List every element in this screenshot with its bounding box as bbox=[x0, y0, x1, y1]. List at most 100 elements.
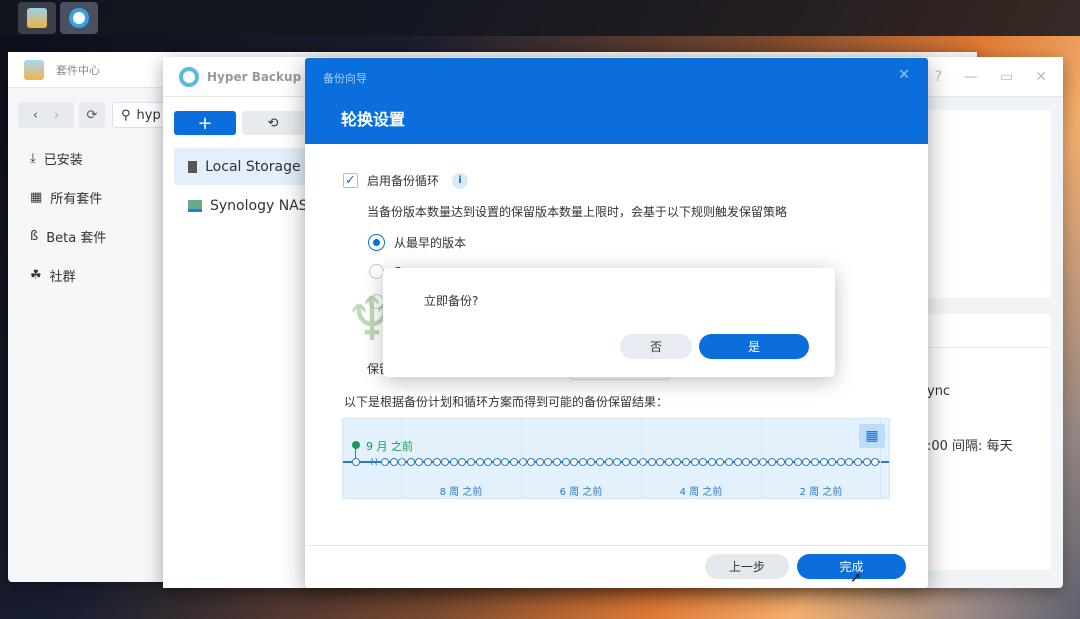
refresh-button[interactable]: ⟳ bbox=[79, 102, 105, 128]
enable-rotation-label: 启用备份循环 bbox=[367, 174, 440, 188]
back-button[interactable]: 上一步 bbox=[705, 554, 789, 579]
version-dot bbox=[871, 458, 879, 466]
option-earliest[interactable]: 从最早的版本 bbox=[369, 234, 466, 251]
history-button[interactable]: ⟲ bbox=[242, 111, 304, 135]
start-marker bbox=[352, 441, 360, 449]
sidebar-item-beta[interactable]: ß Beta 套件 bbox=[30, 217, 106, 256]
version-dot bbox=[699, 458, 707, 466]
version-dot bbox=[854, 458, 862, 466]
sidebar-label: 已安装 bbox=[43, 153, 83, 168]
download-icon: ⤓ bbox=[30, 151, 36, 166]
version-dot bbox=[553, 458, 561, 466]
back-icon[interactable]: ‹ bbox=[33, 108, 38, 123]
version-dot bbox=[381, 458, 389, 466]
hyper-backup-icon bbox=[179, 66, 199, 87]
tick-label: 8 周 之前 bbox=[439, 487, 483, 498]
close-icon[interactable]: ✕ bbox=[898, 67, 910, 83]
version-dot bbox=[476, 458, 484, 466]
version-dot bbox=[510, 458, 518, 466]
version-dot bbox=[863, 458, 871, 466]
result-label: 以下是根据备份计划和循环方案而得到可能的备份保留结果： bbox=[344, 395, 669, 409]
version-dot bbox=[587, 458, 595, 466]
hyper-backup-icon[interactable] bbox=[60, 2, 98, 34]
timeline-break-icon: ≀≀ bbox=[370, 455, 379, 468]
close-icon[interactable]: ✕ bbox=[1035, 69, 1047, 85]
forward-icon[interactable]: › bbox=[54, 108, 59, 123]
storage-icon bbox=[188, 160, 198, 173]
sidebar-item-installed[interactable]: ⤓ 已安装 bbox=[30, 139, 106, 178]
confirm-message: 立即备份? bbox=[424, 294, 479, 308]
version-dot bbox=[630, 458, 638, 466]
window-title: 套件中心 bbox=[56, 63, 100, 77]
radio-earliest[interactable] bbox=[369, 235, 384, 250]
version-dot bbox=[450, 458, 458, 466]
version-dot bbox=[458, 458, 466, 466]
nas-icon bbox=[188, 199, 202, 212]
version-dot bbox=[390, 458, 398, 466]
no-button[interactable]: 否 bbox=[620, 334, 692, 359]
version-dot bbox=[424, 458, 432, 466]
version-dot bbox=[562, 458, 570, 466]
version-dot bbox=[493, 458, 501, 466]
version-dot bbox=[794, 458, 802, 466]
calendar-icon[interactable]: ▦ bbox=[859, 424, 885, 448]
version-dot bbox=[613, 458, 621, 466]
history-icon: ⟲ bbox=[267, 115, 279, 131]
help-icon[interactable]: ? bbox=[935, 69, 942, 85]
package-center-icon bbox=[24, 59, 44, 80]
list-item-local-storage[interactable]: Local Storage 1 bbox=[174, 148, 314, 185]
version-dot bbox=[837, 458, 845, 466]
version-dot bbox=[605, 458, 613, 466]
retention-timeline: 9 月 之前 ≀≀ 8 周 之前 6 周 之前 4 周 之前 2 周 之前 ▦ bbox=[342, 418, 890, 499]
sidebar-label: Beta 套件 bbox=[46, 231, 107, 246]
schedule-text: :00 间隔: 每天 bbox=[927, 439, 1013, 454]
package-sidebar: ⤓ 已安装 ▦ 所有套件 ß Beta 套件 ☘ 社群 bbox=[30, 139, 106, 295]
sidebar-label: 所有套件 bbox=[50, 192, 103, 207]
version-dot bbox=[536, 458, 544, 466]
add-button[interactable]: + bbox=[174, 111, 236, 135]
version-dot bbox=[622, 458, 630, 466]
sidebar-item-all[interactable]: ▦ 所有套件 bbox=[30, 178, 106, 217]
version-dot bbox=[467, 458, 475, 466]
back-forward-buttons[interactable]: ‹ › bbox=[18, 102, 74, 128]
version-dot bbox=[352, 458, 360, 466]
version-dot bbox=[734, 458, 742, 466]
version-dot bbox=[596, 458, 604, 466]
window-title: Hyper Backup bbox=[207, 69, 302, 84]
version-dot bbox=[742, 458, 750, 466]
version-dot bbox=[716, 458, 724, 466]
beta-icon: ß bbox=[30, 229, 39, 244]
detail-text: ync bbox=[927, 384, 951, 399]
version-dot bbox=[570, 458, 578, 466]
wizard-window-title: 备份向导 bbox=[323, 72, 367, 85]
taskbar bbox=[0, 0, 1080, 36]
list-item-synology-nas[interactable]: Synology NAS bbox=[174, 187, 314, 224]
version-dot bbox=[845, 458, 853, 466]
version-dot bbox=[433, 458, 441, 466]
version-dot bbox=[415, 458, 423, 466]
version-dot bbox=[708, 458, 716, 466]
yes-button[interactable]: 是 bbox=[699, 334, 809, 359]
maximize-icon[interactable]: ▭ bbox=[1000, 69, 1013, 85]
sidebar-item-community[interactable]: ☘ 社群 bbox=[30, 256, 106, 295]
option-label: 从最早的版本 bbox=[394, 236, 467, 250]
version-dot bbox=[751, 458, 759, 466]
minimize-icon[interactable]: — bbox=[964, 69, 978, 85]
sidebar-label: 社群 bbox=[49, 270, 76, 285]
wizard-heading: 轮换设置 bbox=[341, 110, 406, 129]
version-dot bbox=[501, 458, 509, 466]
mouse-cursor: ➚ bbox=[850, 570, 862, 586]
tick-label: 4 周 之前 bbox=[679, 487, 723, 498]
window-controls: ? — ▭ ✕ bbox=[935, 69, 1047, 85]
version-dot bbox=[656, 458, 664, 466]
version-dot bbox=[725, 458, 733, 466]
version-dot bbox=[665, 458, 673, 466]
version-dot bbox=[682, 458, 690, 466]
radio-smart[interactable] bbox=[369, 264, 384, 279]
version-dot bbox=[820, 458, 828, 466]
info-icon[interactable]: i bbox=[452, 172, 469, 189]
package-center-icon[interactable] bbox=[18, 2, 56, 34]
community-icon: ☘ bbox=[30, 268, 42, 283]
start-label: 9 月 之前 bbox=[366, 440, 413, 453]
enable-rotation-checkbox[interactable]: ✓ bbox=[343, 173, 358, 188]
